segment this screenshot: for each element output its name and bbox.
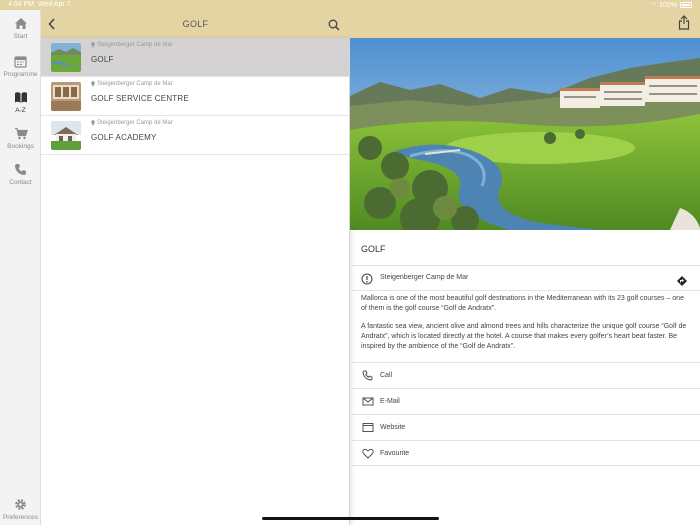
list-item[interactable]: Steigenberger Camp de Mar GOLF — [41, 38, 349, 77]
home-indicator[interactable] — [262, 517, 439, 520]
thumbnail-image — [51, 121, 81, 150]
pin-icon — [91, 42, 95, 48]
sidebar-item-contact[interactable]: Contact — [0, 163, 41, 186]
phone-icon — [362, 370, 373, 381]
sidebar-item-preferences[interactable]: Preferences — [0, 498, 41, 521]
website-button[interactable]: Website — [350, 414, 700, 440]
location-pin-icon — [361, 272, 373, 290]
page-title: GOLF — [182, 19, 209, 29]
mail-icon — [362, 397, 374, 406]
list-item[interactable]: Steigenberger Camp de Mar GOLF ACADEMY — [41, 116, 349, 155]
sidebar-item-programme[interactable]: Programme — [0, 55, 41, 78]
calendar-icon — [14, 56, 27, 68]
sidebar-item-label: A-Z — [15, 107, 26, 114]
favourite-label: Favourite — [380, 450, 410, 457]
results-list: Steigenberger Camp de Mar GOLF Steigenbe… — [41, 38, 350, 525]
share-button[interactable] — [678, 15, 690, 35]
sidebar: Start Programme A-Z Bookings Contact Pre… — [0, 10, 41, 525]
directions-icon — [677, 276, 687, 286]
battery-icon — [680, 2, 692, 8]
list-header: GOLF — [41, 10, 350, 38]
sidebar-item-bookings[interactable]: Bookings — [0, 127, 41, 150]
heart-icon — [362, 448, 374, 459]
status-bar: 4:04 PM Wed Apr 7 ◠ 100% — [0, 0, 700, 10]
list-item[interactable]: Steigenberger Camp de Mar GOLF SERVICE C… — [41, 77, 349, 116]
detail-title: GOLF — [361, 244, 386, 254]
sidebar-item-label: Preferences — [2, 514, 39, 521]
home-icon — [14, 18, 27, 29]
sidebar-item-label: Programme — [3, 71, 38, 78]
hero-image — [350, 38, 700, 230]
sidebar-item-label: Bookings — [7, 143, 34, 150]
thumbnail-image — [51, 82, 81, 111]
search-icon — [328, 19, 340, 31]
pin-icon — [91, 120, 95, 126]
address-text: Steigenberger Camp de Mar — [380, 274, 469, 281]
list-item-title: GOLF — [91, 55, 114, 64]
sidebar-item-a-z[interactable]: A-Z — [0, 91, 41, 114]
phone-icon — [15, 164, 26, 175]
call-label: Call — [380, 372, 393, 379]
list-item-title: GOLF ACADEMY — [91, 133, 157, 142]
gear-icon — [15, 499, 26, 510]
book-icon — [14, 92, 27, 103]
email-label: E-Mail — [380, 398, 400, 405]
sidebar-item-label: Start — [13, 33, 28, 40]
share-icon — [678, 15, 690, 30]
search-button[interactable] — [328, 18, 340, 36]
detail-header — [350, 10, 700, 38]
thumbnail-image — [51, 43, 81, 72]
call-button[interactable]: Call — [350, 362, 700, 388]
sidebar-item-start[interactable]: Start — [0, 17, 41, 40]
battery-indicator: ◠ 100% — [650, 1, 692, 9]
browser-icon — [362, 423, 374, 432]
email-button[interactable]: E-Mail — [350, 388, 700, 414]
address-row[interactable]: Steigenberger Camp de Mar — [350, 265, 700, 291]
wifi-icon: ◠ — [649, 2, 657, 9]
sidebar-item-label: Contact — [9, 179, 32, 186]
directions-button[interactable] — [677, 273, 687, 291]
description-paragraph: Mallorca is one of the most beautiful go… — [361, 295, 684, 312]
location-label: Steigenberger Camp de Mar — [91, 120, 173, 126]
description-paragraph: A fantastic sea view, ancient olive and … — [361, 323, 687, 350]
cart-icon — [14, 127, 28, 140]
location-label: Steigenberger Camp de Mar — [91, 81, 173, 87]
favourite-button[interactable]: Favourite — [350, 440, 700, 466]
website-label: Website — [380, 424, 406, 431]
status-time: 4:04 PM Wed Apr 7 — [8, 1, 71, 8]
location-label: Steigenberger Camp de Mar — [91, 42, 173, 48]
list-item-title: GOLF SERVICE CENTRE — [91, 94, 189, 103]
pin-icon — [91, 81, 95, 87]
